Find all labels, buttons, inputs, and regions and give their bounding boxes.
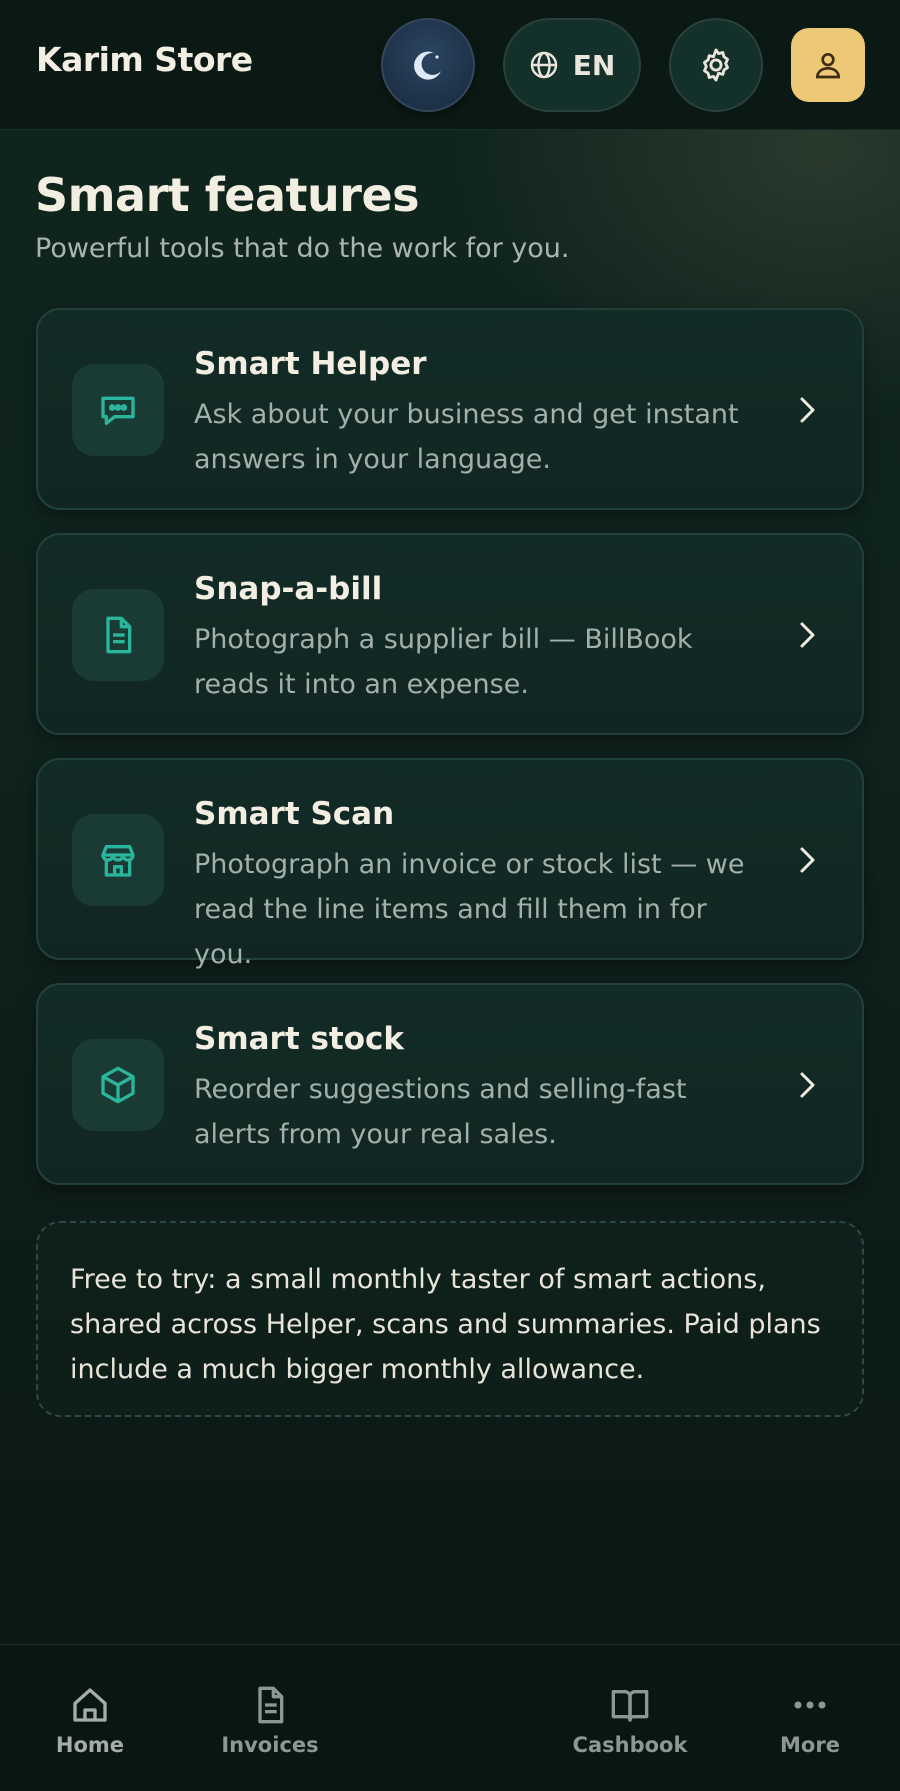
user-icon: [815, 53, 841, 79]
language-button[interactable]: EN: [503, 18, 641, 112]
nav-item-invoices[interactable]: Invoices: [200, 1685, 340, 1757]
feature-title: Smart Scan: [194, 796, 395, 832]
feature-title: Smart Helper: [194, 346, 427, 382]
chat-bubble-icon: [101, 396, 135, 425]
feature-card-smart-scan[interactable]: Smart Scan Photograph an invoice or stoc…: [36, 758, 864, 970]
gear-icon: [703, 48, 729, 82]
chevron-right-icon: [792, 1067, 822, 1103]
nav-item-more[interactable]: More: [740, 1685, 880, 1757]
store-icon: [101, 845, 135, 877]
feature-card-smart-stock[interactable]: Smart stock Reorder suggestions and sell…: [36, 983, 864, 1185]
more-dots-icon: [794, 1701, 826, 1709]
box-icon: [101, 1066, 135, 1104]
feature-card-snap-a-bill[interactable]: Snap-a-bill Photograph a supplier bill —…: [36, 533, 864, 735]
nav-label: Cashbook: [572, 1733, 688, 1757]
chevron-right-icon: [792, 392, 822, 428]
theme-toggle-button[interactable]: [381, 18, 475, 112]
settings-button[interactable]: [669, 18, 763, 112]
language-label: EN: [572, 48, 616, 82]
profile-avatar-button[interactable]: [791, 28, 865, 102]
book-icon: [611, 1690, 649, 1722]
page-title: Smart features: [35, 168, 420, 222]
free-trial-note: Free to try: a small monthly taster of s…: [36, 1221, 864, 1417]
feature-icon-box: [72, 364, 164, 456]
page-subtitle: Powerful tools that do the work for you.: [35, 233, 570, 264]
app-header: Karim Store EN: [0, 0, 900, 130]
home-icon: [73, 1688, 107, 1722]
feature-title: Smart stock: [194, 1021, 405, 1057]
feature-card-smart-helper[interactable]: Smart Helper Ask about your business and…: [36, 308, 864, 510]
chevron-right-icon: [792, 617, 822, 653]
invoice-icon: [258, 1686, 284, 1724]
feature-description: Photograph a supplier bill — BillBook re…: [194, 624, 693, 700]
bottom-navigation: Home Invoices Cashbook More: [0, 1644, 900, 1791]
nav-label: More: [780, 1733, 840, 1757]
chevron-right-icon: [792, 842, 822, 878]
moon-icon: [414, 51, 441, 80]
smart-features-page: Karim Store EN Smart features Powerful t…: [0, 0, 900, 1791]
nav-item-cashbook[interactable]: Cashbook: [560, 1685, 700, 1757]
feature-description: Photograph an invoice or stock list — we…: [194, 849, 745, 970]
document-icon: [106, 616, 132, 654]
feature-icon-box: [72, 814, 164, 906]
store-name: Karim Store: [36, 40, 253, 79]
feature-icon-box: [72, 589, 164, 681]
nav-item-home[interactable]: Home: [20, 1685, 160, 1757]
nav-label: Home: [55, 1733, 125, 1757]
globe-icon: [530, 51, 557, 79]
feature-description: Reorder suggestions and selling-fast ale…: [194, 1074, 687, 1150]
feature-icon-box: [72, 1039, 164, 1131]
feature-title: Snap-a-bill: [194, 571, 383, 607]
nav-label: Invoices: [221, 1733, 319, 1757]
feature-description: Ask about your business and get instant …: [194, 399, 739, 475]
